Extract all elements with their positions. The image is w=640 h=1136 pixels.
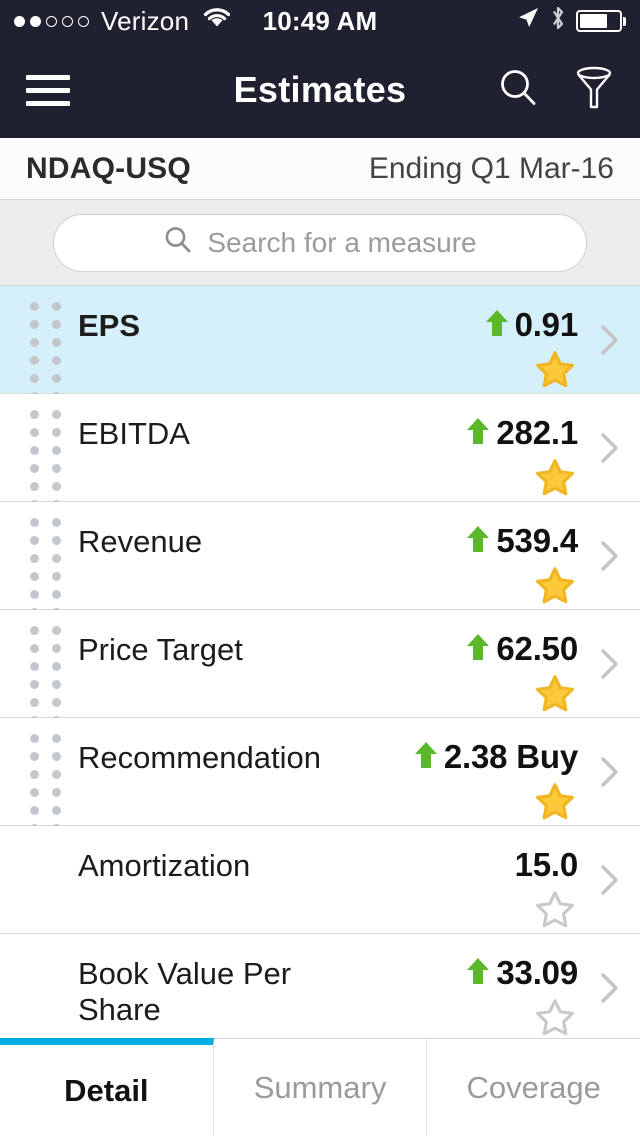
- measure-value: 62.50: [496, 630, 578, 667]
- nav-actions: [496, 65, 614, 116]
- arrow-up-icon: [465, 416, 491, 451]
- drag-handle-icon[interactable]: [30, 734, 64, 833]
- tab-coverage[interactable]: Coverage: [427, 1039, 640, 1136]
- arrow-up-icon: [465, 632, 491, 667]
- star-filled-icon[interactable]: [532, 780, 578, 829]
- arrow-up-icon: [413, 740, 439, 775]
- measure-value-block: 33.09: [465, 954, 578, 1045]
- drag-handle-icon[interactable]: [30, 302, 64, 401]
- measure-row[interactable]: Revenue 539.4: [0, 502, 640, 617]
- search-placeholder: Search for a measure: [207, 226, 477, 258]
- drag-handle-icon[interactable]: [30, 518, 64, 617]
- measure-label: EBITDA: [78, 416, 190, 451]
- signal-dot: [62, 15, 73, 27]
- measure-value-block: 2.38 Buy: [413, 738, 578, 829]
- carrier-label: Verizon: [101, 5, 190, 36]
- tab-label: Detail: [64, 1072, 149, 1108]
- tab-summary[interactable]: Summary: [213, 1039, 428, 1136]
- chevron-right-icon[interactable]: [600, 972, 620, 1004]
- app-screen: Verizon 10:49 AM Estimates NDAQ-USQ Endi…: [0, 0, 640, 1136]
- star-filled-icon[interactable]: [532, 564, 578, 613]
- measure-value-block: 0.91: [484, 306, 578, 397]
- funnel-filter-icon[interactable]: [574, 65, 614, 116]
- navigation-bar: Estimates: [0, 42, 640, 138]
- measure-value-line: 15.0: [514, 846, 579, 884]
- signal-strength-icon: [14, 15, 89, 27]
- measure-value-line: 2.38 Buy: [413, 738, 578, 776]
- bluetooth-icon: [550, 5, 566, 38]
- status-bar-right: [516, 5, 626, 38]
- measure-value: 0.91: [514, 306, 579, 343]
- signal-dot: [14, 15, 25, 27]
- drag-handle-icon[interactable]: [30, 626, 64, 725]
- status-bar-left: Verizon: [14, 6, 232, 37]
- arrow-up-icon: [465, 524, 491, 559]
- measure-value: 33.09: [496, 954, 578, 991]
- chevron-right-icon[interactable]: [600, 648, 620, 680]
- battery-icon: [575, 10, 626, 32]
- measure-value: 2.38 Buy: [443, 738, 578, 775]
- measure-value-block: 539.4: [465, 522, 578, 613]
- measure-value-line: 539.4: [465, 522, 578, 560]
- measure-value: 539.4: [496, 522, 578, 559]
- hamburger-menu-icon[interactable]: [26, 74, 70, 106]
- arrow-up-icon: [484, 308, 510, 343]
- measure-row[interactable]: EBITDA 282.1: [0, 394, 640, 509]
- star-filled-icon[interactable]: [532, 672, 578, 721]
- measure-row[interactable]: Amortization 15.0: [0, 826, 640, 934]
- chevron-right-icon[interactable]: [600, 432, 620, 464]
- chevron-right-icon[interactable]: [600, 756, 620, 788]
- measure-row[interactable]: Recommendation 2.38 Buy: [0, 718, 640, 833]
- search-icon: [163, 225, 193, 260]
- signal-dot: [30, 15, 41, 27]
- search-icon[interactable]: [496, 66, 540, 115]
- chevron-right-icon[interactable]: [600, 864, 620, 896]
- measure-value-block: 282.1: [465, 414, 578, 505]
- star-outline-icon[interactable]: [532, 888, 578, 937]
- tab-label: Coverage: [466, 1069, 601, 1105]
- signal-dot: [78, 15, 89, 27]
- measure-label: Recommendation: [78, 740, 321, 775]
- measure-label: Price Target: [78, 632, 243, 667]
- search-bar-container: Search for a measure: [0, 200, 640, 286]
- drag-handle-icon[interactable]: [30, 410, 64, 509]
- bottom-tab-bar: Detail Summary Coverage: [0, 1038, 640, 1136]
- measure-value-line: 62.50: [465, 630, 578, 668]
- measure-row[interactable]: Book Value Per Share 33.09: [0, 934, 640, 1042]
- measure-list: EPS 0.91 EBITDA 282.1 Revenue 539.4 Price Targ…: [0, 286, 640, 1042]
- ticker-symbol: NDAQ-USQ: [26, 151, 191, 185]
- measure-value-line: 33.09: [465, 954, 578, 992]
- measure-label: EPS: [78, 308, 141, 343]
- measure-label: Book Value Per Share: [78, 956, 292, 1028]
- search-input[interactable]: Search for a measure: [53, 213, 587, 272]
- measure-value-line: 0.91: [484, 306, 578, 344]
- status-bar: Verizon 10:49 AM: [0, 0, 640, 42]
- measure-row[interactable]: Price Target 62.50: [0, 610, 640, 725]
- period-label: Ending Q1 Mar-16: [368, 151, 614, 185]
- star-filled-icon[interactable]: [532, 456, 578, 505]
- star-filled-icon[interactable]: [532, 348, 578, 397]
- wifi-icon: [202, 7, 232, 36]
- tab-detail[interactable]: Detail: [0, 1038, 214, 1136]
- chevron-right-icon[interactable]: [600, 540, 620, 572]
- measure-value-block: 15.0: [515, 846, 578, 937]
- arrow-up-icon: [465, 956, 491, 991]
- measure-value: 15.0: [514, 846, 579, 883]
- chevron-right-icon[interactable]: [600, 324, 620, 356]
- measure-value-block: 62.50: [465, 630, 578, 721]
- measure-value-line: 282.1: [465, 414, 578, 452]
- measure-label: Amortization: [78, 848, 251, 883]
- measure-row[interactable]: EPS 0.91: [0, 286, 640, 401]
- instrument-subheader: NDAQ-USQ Ending Q1 Mar-16: [0, 138, 640, 200]
- location-arrow-icon: [516, 6, 540, 37]
- measure-value: 282.1: [496, 414, 578, 451]
- measure-label: Revenue: [78, 524, 203, 559]
- signal-dot: [46, 15, 57, 27]
- tab-label: Summary: [253, 1069, 387, 1105]
